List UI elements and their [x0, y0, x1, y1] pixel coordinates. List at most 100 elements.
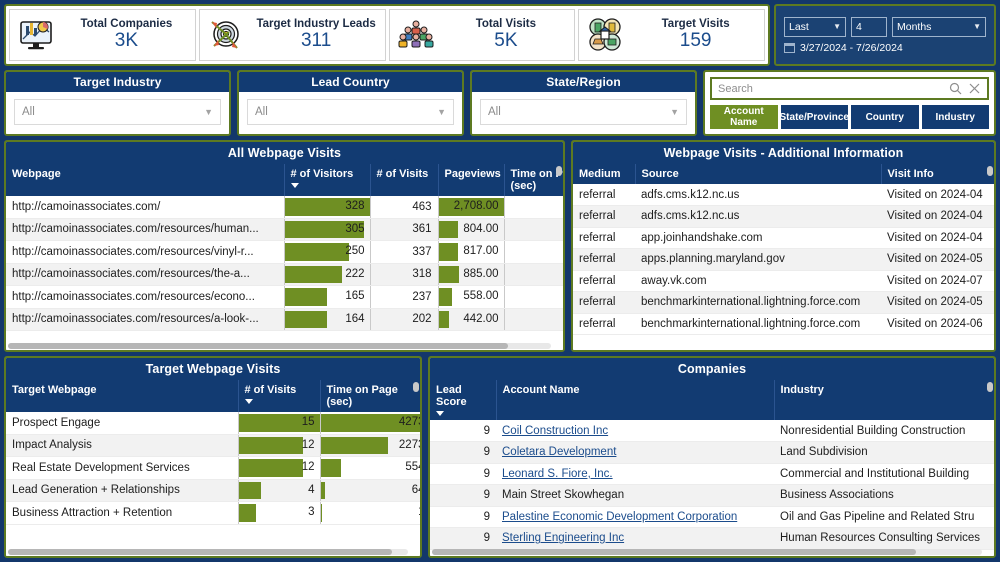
cell-time: 2273: [320, 434, 420, 457]
table-row[interactable]: Lead Generation + Relationships 4 64: [6, 479, 420, 502]
cell-visits: 237: [370, 286, 438, 309]
date-amount-input[interactable]: 4: [851, 17, 887, 37]
companies-scroll[interactable]: Lead Score Account Name Industry 9 Coil …: [430, 380, 994, 556]
account-link[interactable]: Leonard S. Fiore, Inc.: [502, 468, 613, 480]
tab-account-name[interactable]: Account Name: [710, 105, 778, 129]
search-box[interactable]: Search: [710, 77, 989, 100]
table-row[interactable]: Impact Analysis 12 2273: [6, 434, 420, 457]
col-visits[interactable]: # of Visits: [370, 164, 438, 196]
cell-source: apps.planning.maryland.gov: [635, 249, 881, 271]
table-row[interactable]: referral away.vk.com Visited on 2024-07: [573, 270, 994, 292]
vertical-scrollbar[interactable]: [413, 382, 419, 392]
cell-account-name: Sterling Engineering Inc: [496, 528, 774, 550]
col-visitors[interactable]: # of Visitors: [284, 164, 370, 196]
cell-visits: 361: [370, 218, 438, 241]
col-visits[interactable]: # of Visits: [238, 380, 320, 412]
horizontal-scrollbar[interactable]: [432, 549, 982, 555]
table-row[interactable]: referral adfs.cms.k12.nc.us Visited on 2…: [573, 206, 994, 228]
target-industry-dropdown[interactable]: All ▼: [14, 99, 221, 125]
account-link[interactable]: Coil Construction Inc: [502, 425, 608, 437]
table-row[interactable]: Business Attraction + Retention 3 1: [6, 502, 420, 525]
table-row[interactable]: Prospect Engage 15 4273: [6, 412, 420, 434]
cell-visitors: 222: [284, 263, 370, 286]
table-row[interactable]: http://camoinassociates.com/resources/vi…: [6, 241, 563, 264]
vertical-scrollbar[interactable]: [987, 382, 993, 392]
col-target-webpage[interactable]: Target Webpage: [6, 380, 238, 412]
cell-visits: 12: [238, 434, 320, 457]
dropdown-value: All: [22, 106, 35, 118]
col-account-name[interactable]: Account Name: [496, 380, 774, 420]
close-icon[interactable]: [968, 82, 981, 95]
table-header-row: Webpage # of Visitors # of Visits Pagevi…: [6, 164, 563, 196]
table-row[interactable]: referral apps.planning.maryland.gov Visi…: [573, 249, 994, 271]
kpi-card-total-companies[interactable]: Total Companies 3K: [9, 9, 196, 61]
all-webpage-visits-scroll[interactable]: Webpage # of Visitors # of Visits Pagevi…: [6, 164, 563, 350]
cell-account-name: Leonard S. Fiore, Inc.: [496, 463, 774, 485]
cell-source: benchmarkinternational.lightning.force.c…: [635, 292, 881, 314]
col-medium[interactable]: Medium: [573, 164, 635, 184]
table-row[interactable]: http://camoinassociates.com/resources/a-…: [6, 308, 563, 331]
account-link[interactable]: Sterling Engineering Inc: [502, 532, 624, 544]
tab-country[interactable]: Country: [851, 105, 919, 129]
calendar-icon: [784, 43, 795, 53]
table-row[interactable]: http://camoinassociates.com/resources/th…: [6, 263, 563, 286]
account-link[interactable]: Palestine Economic Development Corporati…: [502, 511, 737, 523]
table-row[interactable]: 9 Palestine Economic Development Corpora…: [430, 506, 994, 528]
tab-industry[interactable]: Industry: [922, 105, 990, 129]
chevron-down-icon: ▼: [833, 22, 841, 31]
cell-time: 12517: [504, 286, 563, 309]
kpi-card-total-visits[interactable]: Total Visits 5K: [389, 9, 576, 61]
date-relation-select[interactable]: Last ▼: [784, 17, 846, 37]
table-row[interactable]: 9 Sterling Engineering Inc Human Resourc…: [430, 528, 994, 550]
col-lead-score[interactable]: Lead Score: [430, 380, 496, 420]
cell-target-webpage: Impact Analysis: [6, 434, 238, 457]
filter-row: Target Industry All ▼ Lead Country All ▼…: [4, 70, 996, 136]
account-link[interactable]: Coletara Development: [502, 446, 616, 458]
col-source[interactable]: Source: [635, 164, 881, 184]
table-row[interactable]: 9 Coil Construction Inc Nonresidential B…: [430, 420, 994, 442]
cell-account-name: Main Street Skowhegan: [496, 485, 774, 507]
table-row[interactable]: http://camoinassociates.com/resources/hu…: [6, 218, 563, 241]
col-industry[interactable]: Industry: [774, 380, 994, 420]
kpi-card-target-visits[interactable]: Target Visits 159: [578, 9, 765, 61]
col-webpage[interactable]: Webpage: [6, 164, 284, 196]
all-webpage-visits-table: Webpage # of Visitors # of Visits Pagevi…: [6, 164, 563, 331]
webpage-visits-additional-table: Medium Source Visit Info referral adfs.c…: [573, 164, 994, 335]
kpi-card-target-industry-leads[interactable]: Target Industry Leads 311: [199, 9, 386, 61]
col-visit-info[interactable]: Visit Info: [881, 164, 994, 184]
search-input[interactable]: Search: [718, 83, 943, 95]
target-webpage-visits-scroll[interactable]: Target Webpage # of Visits Time on Page …: [6, 380, 420, 556]
horizontal-scrollbar[interactable]: [8, 343, 551, 349]
col-pageviews[interactable]: Pageviews: [438, 164, 504, 196]
lead-country-dropdown[interactable]: All ▼: [247, 99, 454, 125]
cell-target-webpage: Prospect Engage: [6, 412, 238, 434]
cell-visit-info: Visited on 2024-07: [881, 270, 994, 292]
table-row[interactable]: referral app.joinhandshake.com Visited o…: [573, 227, 994, 249]
horizontal-scrollbar[interactable]: [8, 549, 408, 555]
table-row[interactable]: http://camoinassociates.com/ 328 463 2,7…: [6, 196, 563, 218]
col-time-on-page[interactable]: Time on Page (sec): [320, 380, 420, 412]
table-row[interactable]: referral benchmarkinternational.lightnin…: [573, 292, 994, 314]
vertical-scrollbar[interactable]: [556, 166, 562, 176]
vertical-scrollbar[interactable]: [987, 166, 993, 176]
table-row[interactable]: http://camoinassociates.com/resources/ec…: [6, 286, 563, 309]
date-unit-select[interactable]: Months ▼: [892, 17, 986, 37]
cell-target-webpage: Lead Generation + Relationships: [6, 479, 238, 502]
table-row[interactable]: 9 Leonard S. Fiore, Inc. Commercial and …: [430, 463, 994, 485]
table-row[interactable]: referral benchmarkinternational.lightnin…: [573, 313, 994, 335]
table-row[interactable]: referral adfs.cms.k12.nc.us Visited on 2…: [573, 184, 994, 206]
table-row[interactable]: 9 Coletara Development Land Subdivision: [430, 442, 994, 464]
tab-state-province[interactable]: State/Province: [781, 105, 849, 129]
table-row[interactable]: Real Estate Development Services 12 554: [6, 457, 420, 480]
table-row[interactable]: 9 Main Street Skowhegan Business Associa…: [430, 485, 994, 507]
col-time-on-page[interactable]: Time on Page (sec): [504, 164, 563, 196]
cell-visitors: 250: [284, 241, 370, 264]
additional-info-body: referral adfs.cms.k12.nc.us Visited on 2…: [573, 184, 994, 335]
cell-visits: 337: [370, 241, 438, 264]
search-icon[interactable]: [949, 82, 962, 95]
panel-title: Companies: [430, 358, 994, 380]
filter-state-region: State/Region All ▼: [470, 70, 697, 136]
cell-industry: Commercial and Institutional Building: [774, 463, 994, 485]
state-region-dropdown[interactable]: All ▼: [480, 99, 687, 125]
additional-info-scroll[interactable]: Medium Source Visit Info referral adfs.c…: [573, 164, 994, 350]
